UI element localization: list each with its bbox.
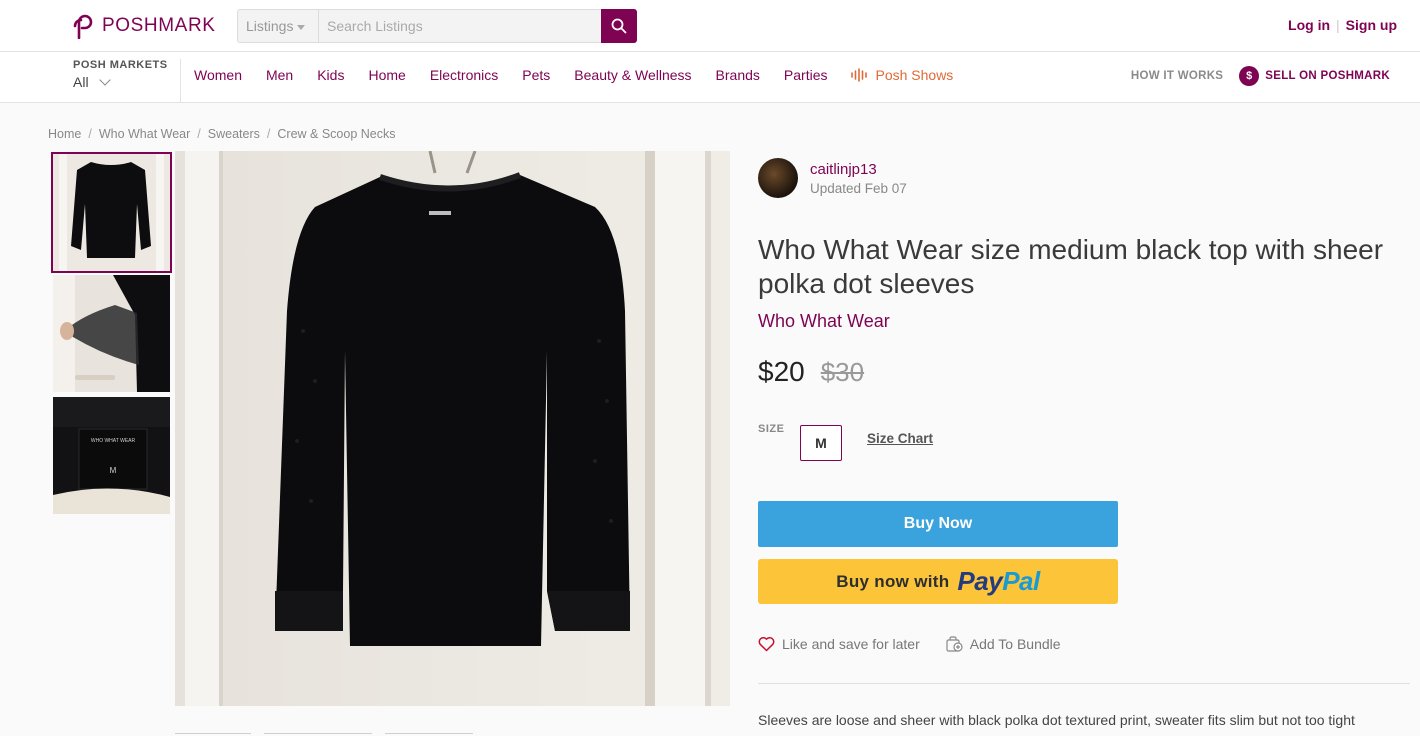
tag-size-text: M [110, 466, 117, 475]
nav-items: Women Men Kids Home Electronics Pets Bea… [194, 67, 953, 83]
price-block: $20 $30 [758, 356, 864, 388]
search-bar: Listings [237, 9, 637, 43]
signup-link[interactable]: Sign up [1346, 17, 1397, 33]
thumbnail-1[interactable] [51, 152, 172, 273]
sheer-sleeve-image [53, 275, 170, 392]
breadcrumb: Home / Who What Wear / Sweaters / Crew &… [48, 127, 395, 141]
updated-date: Updated Feb 07 [810, 180, 907, 196]
nav-item-women[interactable]: Women [194, 67, 242, 83]
sell-label: SELL ON POSHMARK [1265, 70, 1390, 82]
breadcrumb-separator: / [197, 127, 201, 141]
paypal-logo-pay: Pay [957, 566, 1003, 596]
nav-item-beauty-wellness[interactable]: Beauty & Wellness [574, 67, 691, 83]
category-nav: POSH MARKETS All Women Men Kids Home Ele… [0, 52, 1420, 103]
tag-brand-text: WHO WHAT WEAR [91, 438, 136, 444]
auth-links: Log in | Sign up [1288, 17, 1397, 33]
section-divider [758, 683, 1410, 684]
size-label: SIZE [758, 423, 785, 435]
thumbnail-2[interactable] [53, 275, 170, 392]
paypal-logo-pal: Pal [1002, 566, 1040, 596]
listing-actions: Like and save for later Add To Bundle [758, 636, 1061, 652]
current-price: $20 [758, 356, 805, 387]
add-to-bundle-button[interactable]: Add To Bundle [946, 636, 1061, 652]
posh-markets-selector[interactable]: POSH MARKETS All [73, 59, 181, 103]
nav-item-home[interactable]: Home [368, 67, 405, 83]
nav-right: HOW IT WORKS $ SELL ON POSHMARK [1131, 66, 1390, 86]
buy-now-button[interactable]: Buy Now [758, 501, 1118, 547]
like-button[interactable]: Like and save for later [758, 636, 920, 652]
nav-item-parties[interactable]: Parties [784, 67, 828, 83]
search-icon [611, 18, 627, 34]
size-option[interactable]: M [800, 425, 842, 461]
sweater-front-image [53, 154, 170, 271]
main-product-photo[interactable] [175, 151, 730, 706]
logo-text: POSHMARK [102, 15, 216, 36]
nav-item-men[interactable]: Men [266, 67, 293, 83]
listing-brand[interactable]: Who What Wear [758, 311, 890, 332]
bundle-icon [946, 636, 963, 652]
posh-shows-label: Posh Shows [875, 67, 954, 83]
like-label: Like and save for later [782, 636, 920, 652]
how-it-works-link[interactable]: HOW IT WORKS [1131, 70, 1223, 82]
breadcrumb-subcategory[interactable]: Crew & Scoop Necks [277, 127, 395, 141]
sell-on-poshmark-link[interactable]: $ SELL ON POSHMARK [1239, 66, 1390, 86]
chevron-down-icon [98, 74, 111, 86]
listing-description: Sleeves are loose and sheer with black p… [758, 712, 1355, 728]
heart-icon [758, 636, 775, 652]
live-waveform-icon [851, 68, 868, 82]
thumbnail-3[interactable]: WHO WHAT WEAR M [53, 397, 170, 514]
search-scope-dropdown[interactable]: Listings [237, 9, 318, 43]
search-button[interactable] [601, 9, 637, 43]
listing-title: Who What Wear size medium black top with… [758, 234, 1384, 299]
nav-item-posh-shows[interactable]: Posh Shows [851, 67, 953, 83]
size-chart-link[interactable]: Size Chart [867, 431, 933, 446]
search-input[interactable] [318, 9, 601, 43]
original-price: $30 [820, 357, 865, 387]
sweater-main-image [175, 151, 730, 706]
dollar-icon: $ [1239, 66, 1260, 86]
nav-item-kids[interactable]: Kids [317, 67, 344, 83]
auth-separator: | [1336, 17, 1340, 33]
posh-markets-value: All [73, 74, 89, 90]
seller-avatar[interactable] [758, 158, 798, 198]
caret-down-icon [297, 24, 306, 30]
paypal-button[interactable]: Buy now with PayPal [758, 559, 1118, 604]
clothing-tag-image: WHO WHAT WEAR M [53, 397, 170, 514]
breadcrumb-separator: / [266, 127, 271, 141]
posh-markets-label: POSH MARKETS [73, 59, 168, 71]
seller-name[interactable]: caitlinjp13 [810, 161, 907, 178]
bundle-label: Add To Bundle [969, 636, 1061, 652]
poshmark-p-icon [73, 14, 93, 39]
poshmark-logo[interactable]: POSHMARK [72, 13, 216, 39]
top-header: POSHMARK Listings Log in | Sign up [0, 0, 1420, 52]
breadcrumb-home[interactable]: Home [48, 127, 81, 141]
breadcrumb-separator: / [88, 127, 92, 141]
breadcrumb-brand[interactable]: Who What Wear [99, 127, 190, 141]
nav-item-brands[interactable]: Brands [716, 67, 760, 83]
paypal-logo: PayPal [957, 566, 1040, 597]
seller-info: caitlinjp13 Updated Feb 07 [758, 158, 907, 198]
search-scope-label: Listings [246, 18, 294, 34]
nav-item-pets[interactable]: Pets [522, 67, 550, 83]
login-link[interactable]: Log in [1288, 17, 1330, 33]
nav-item-electronics[interactable]: Electronics [430, 67, 498, 83]
paypal-prefix: Buy now with [836, 571, 950, 591]
breadcrumb-category[interactable]: Sweaters [208, 127, 260, 141]
